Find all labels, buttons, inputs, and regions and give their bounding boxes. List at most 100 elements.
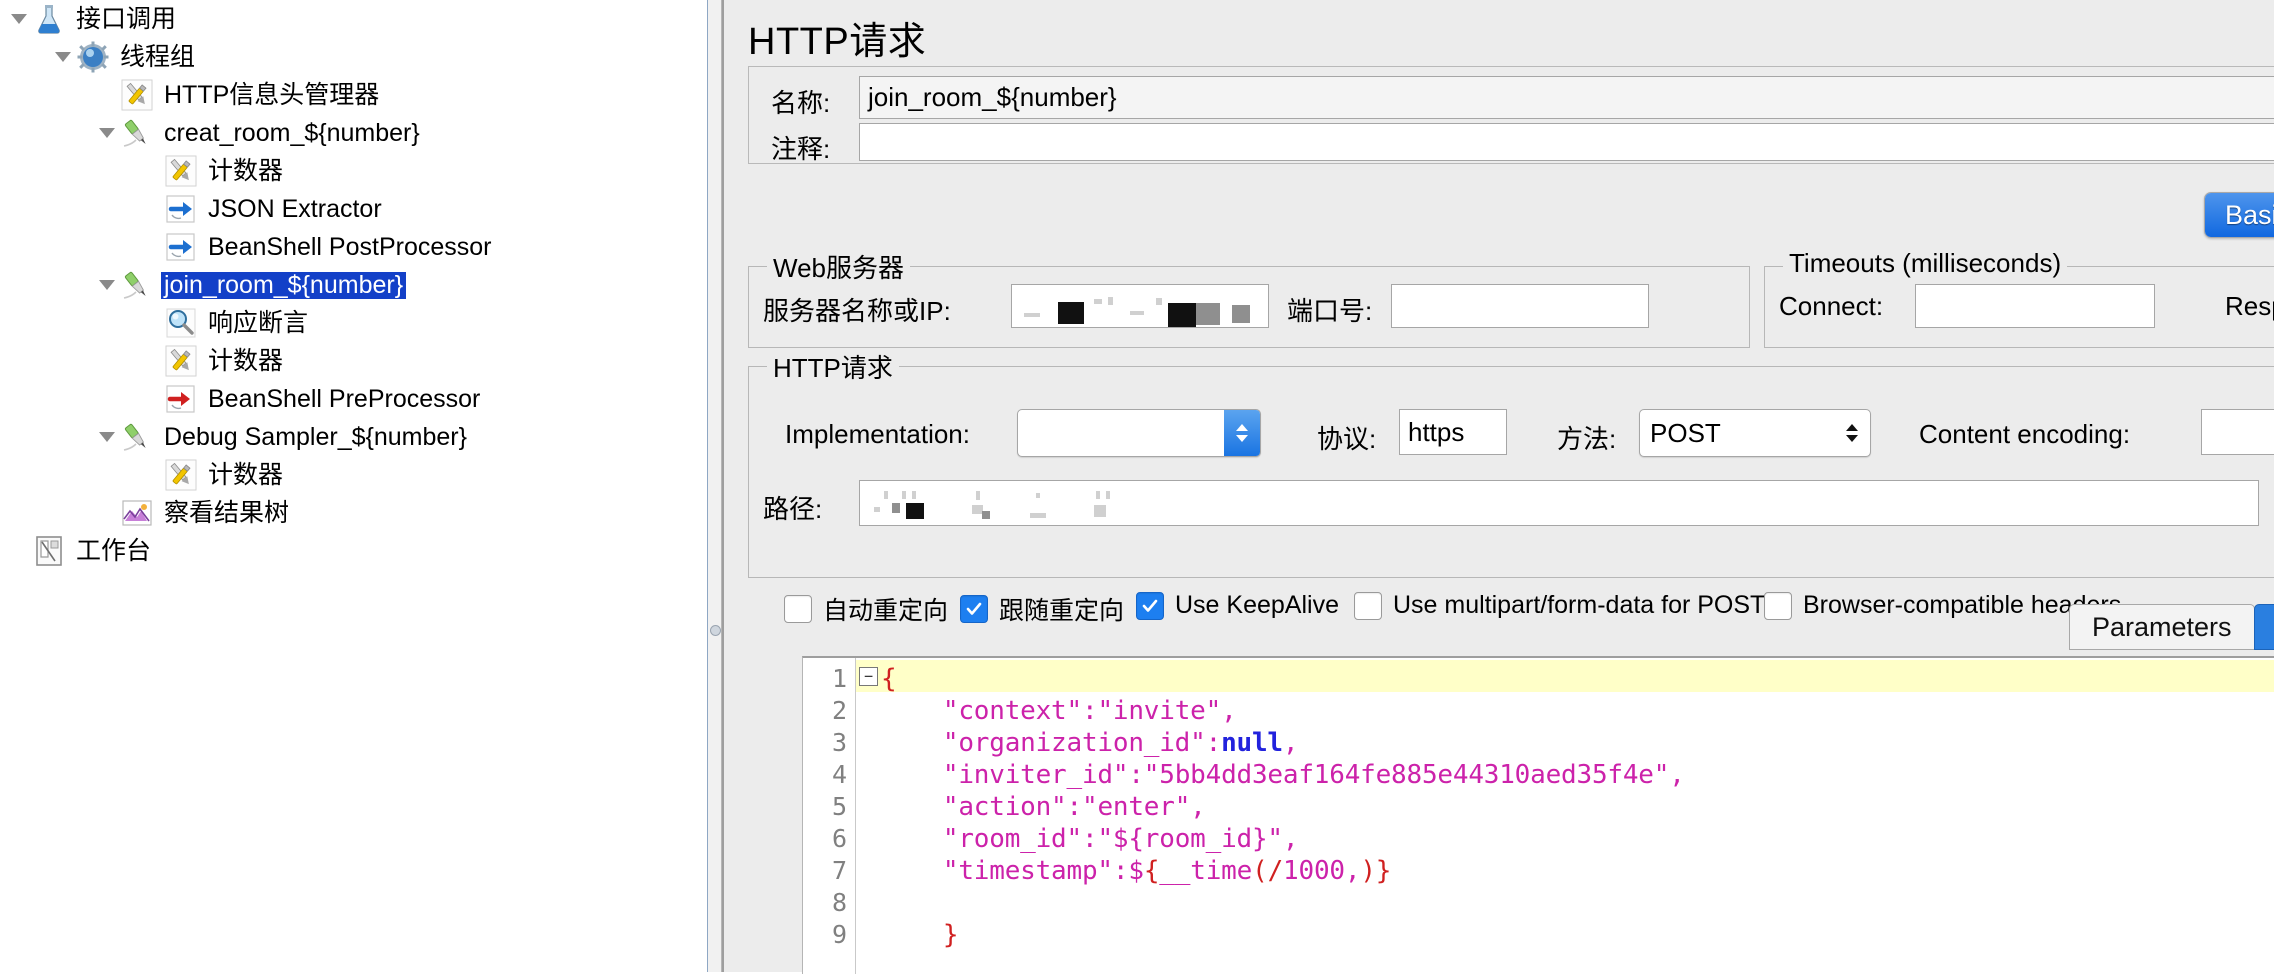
splitter-grip[interactable] [710, 625, 721, 636]
tree-item-5[interactable]: JSON Extractor [138, 190, 385, 228]
chevron-down-icon[interactable] [94, 418, 120, 456]
checkbox-label: 自动重定向 [823, 597, 949, 625]
tree-item-8[interactable]: 响应断言 [138, 304, 311, 342]
tree-item-9[interactable]: 计数器 [138, 342, 286, 380]
tree-item-13[interactable]: 察看结果树 [94, 494, 292, 532]
code-line[interactable]: "context":"invite", [881, 696, 1237, 726]
tree-item-label: 察看结果树 [164, 498, 290, 527]
tree-twisty-empty [138, 228, 164, 266]
comment-label: 注释: [771, 134, 831, 164]
tab-body-data[interactable]: Body Data [2253, 604, 2274, 650]
test-plan-tree[interactable]: 接口调用线程组 HTTP信息头管理器 creat_room_${number} 计数器… [0, 0, 707, 972]
code-line[interactable]: "inviter_id":"5bb4dd3eaf164fe885e44310ae… [881, 760, 1685, 790]
chevron-down-icon[interactable] [50, 38, 76, 76]
tree-item-12[interactable]: 计数器 [138, 456, 286, 494]
content-encoding-label: Content encoding: [1919, 419, 2131, 449]
header-manager-icon [120, 78, 154, 112]
test-plan-icon [32, 2, 66, 36]
chevron-down-icon[interactable] [6, 0, 32, 38]
tree-item-label: 工作台 [76, 536, 152, 565]
checkbox-box[interactable] [1764, 591, 1792, 620]
chevron-down-icon[interactable] [94, 266, 120, 304]
protocol-input[interactable]: https [1399, 409, 1507, 455]
code-line[interactable]: "action":"enter", [881, 792, 1206, 822]
pre-processor-icon [164, 382, 198, 416]
tree-item-7[interactable]: join_room_${number} [94, 266, 407, 304]
protocol-label: 协议: [1317, 424, 1377, 454]
code-line[interactable]: } [881, 920, 959, 950]
server-name-input[interactable] [1011, 284, 1269, 328]
line-number: 7 [831, 856, 847, 885]
code-line[interactable]: { [881, 664, 897, 694]
path-input[interactable] [859, 480, 2259, 526]
page-title: HTTP请求 [748, 21, 927, 63]
tab-basic[interactable]: Basic [2205, 193, 2274, 237]
timeouts-group: Timeouts (milliseconds) Connect: Respons… [1764, 248, 2274, 348]
tree-item-3[interactable]: creat_room_${number} [94, 114, 423, 152]
tree-item-label: JSON Extractor [208, 194, 382, 223]
method-label: 方法: [1557, 424, 1617, 454]
code-line[interactable]: "timestamp":${__time(/1000,)} [881, 856, 1392, 886]
tree-item-6[interactable]: BeanShell PostProcessor [138, 228, 494, 266]
tree-item-label: 接口调用 [76, 4, 177, 33]
checkbox-box[interactable] [1136, 591, 1164, 620]
checkbox-box[interactable] [1354, 591, 1382, 620]
code-line[interactable]: "organization_id":null, [881, 728, 1299, 758]
name-input[interactable]: join_room_${number} [859, 76, 2274, 119]
checkbox-box[interactable] [784, 595, 812, 623]
line-number: 2 [831, 696, 847, 725]
checkbox-use-multipart[interactable]: Use multipart/form-data for POST [1354, 591, 1765, 620]
tree-twisty-empty [138, 342, 164, 380]
tree-item-11[interactable]: Debug Sampler_${number} [94, 418, 470, 456]
comment-input[interactable] [859, 123, 2274, 161]
tree-item-10[interactable]: BeanShell PreProcessor [138, 380, 483, 418]
checkbox-label: Use multipart/form-data for POST [1393, 591, 1766, 619]
path-label: 路径: [763, 494, 823, 524]
tree-twisty-empty [138, 304, 164, 342]
tree-item-label: 线程组 [120, 42, 196, 71]
method-select[interactable]: POST [1639, 409, 1871, 457]
line-number-gutter: 1 2 3 4 5 6 7 8 9 [803, 658, 856, 974]
checkbox-label: Use KeepAlive [1175, 591, 1339, 619]
implementation-label: Implementation: [785, 419, 970, 449]
tree-item-label: creat_room_${number} [164, 118, 420, 147]
name-label: 名称: [771, 88, 831, 118]
content-encoding-input[interactable] [2201, 409, 2274, 455]
chevron-down-icon[interactable] [94, 114, 120, 152]
line-number: 8 [831, 888, 847, 917]
checkbox-browser-compatible-headers[interactable]: Browser-compatible headers [1764, 591, 2121, 620]
http-sampler-icon [120, 116, 154, 150]
tree-item-label: BeanShell PreProcessor [208, 384, 481, 413]
tree-item-4[interactable]: 计数器 [138, 152, 286, 190]
tree-item-0[interactable]: 接口调用 [6, 0, 179, 38]
code-line[interactable]: "room_id":"${room_id}", [881, 824, 1299, 854]
tree-twisty-empty [94, 76, 120, 114]
code-fold-toggle[interactable]: − [859, 667, 878, 686]
post-processor-icon [164, 230, 198, 264]
checkbox-use-keepalive[interactable]: Use KeepAlive [1136, 591, 1339, 620]
panel-splitter[interactable] [707, 0, 722, 972]
line-number: 6 [831, 824, 847, 853]
implementation-select[interactable] [1017, 409, 1261, 457]
tree-item-14[interactable]: 工作台 [6, 532, 154, 570]
post-processor-icon [164, 192, 198, 226]
body-data-editor[interactable]: 1 2 3 4 5 6 7 8 9 − { "context":"invite", "organ… [802, 656, 2274, 974]
checkbox-box[interactable] [960, 595, 988, 623]
port-input[interactable] [1391, 284, 1649, 328]
basic-advanced-tabs[interactable]: Basic Advanced [2204, 192, 2274, 238]
line-number: 3 [831, 728, 847, 757]
http-request-title: HTTP请求 [767, 348, 899, 385]
chevron-updown-icon[interactable] [1224, 410, 1260, 456]
tree-item-2[interactable]: HTTP信息头管理器 [94, 76, 382, 114]
tab-parameters[interactable]: Parameters [2069, 604, 2255, 650]
checkbox-follow-redirect[interactable]: 跟随重定向 [960, 591, 1124, 627]
port-label: 端口号: [1287, 296, 1373, 326]
tree-item-label: 响应断言 [208, 308, 309, 337]
chevron-updown-icon[interactable] [1834, 410, 1870, 456]
counter-icon [164, 458, 198, 492]
tree-item-label: 计数器 [208, 346, 284, 375]
checkbox-auto-redirect[interactable]: 自动重定向 [784, 591, 948, 627]
tree-item-1[interactable]: 线程组 [50, 38, 198, 76]
body-data-tabs[interactable]: Parameters Body Data Files Upload [2069, 604, 2274, 650]
connect-timeout-input[interactable] [1915, 284, 2155, 328]
